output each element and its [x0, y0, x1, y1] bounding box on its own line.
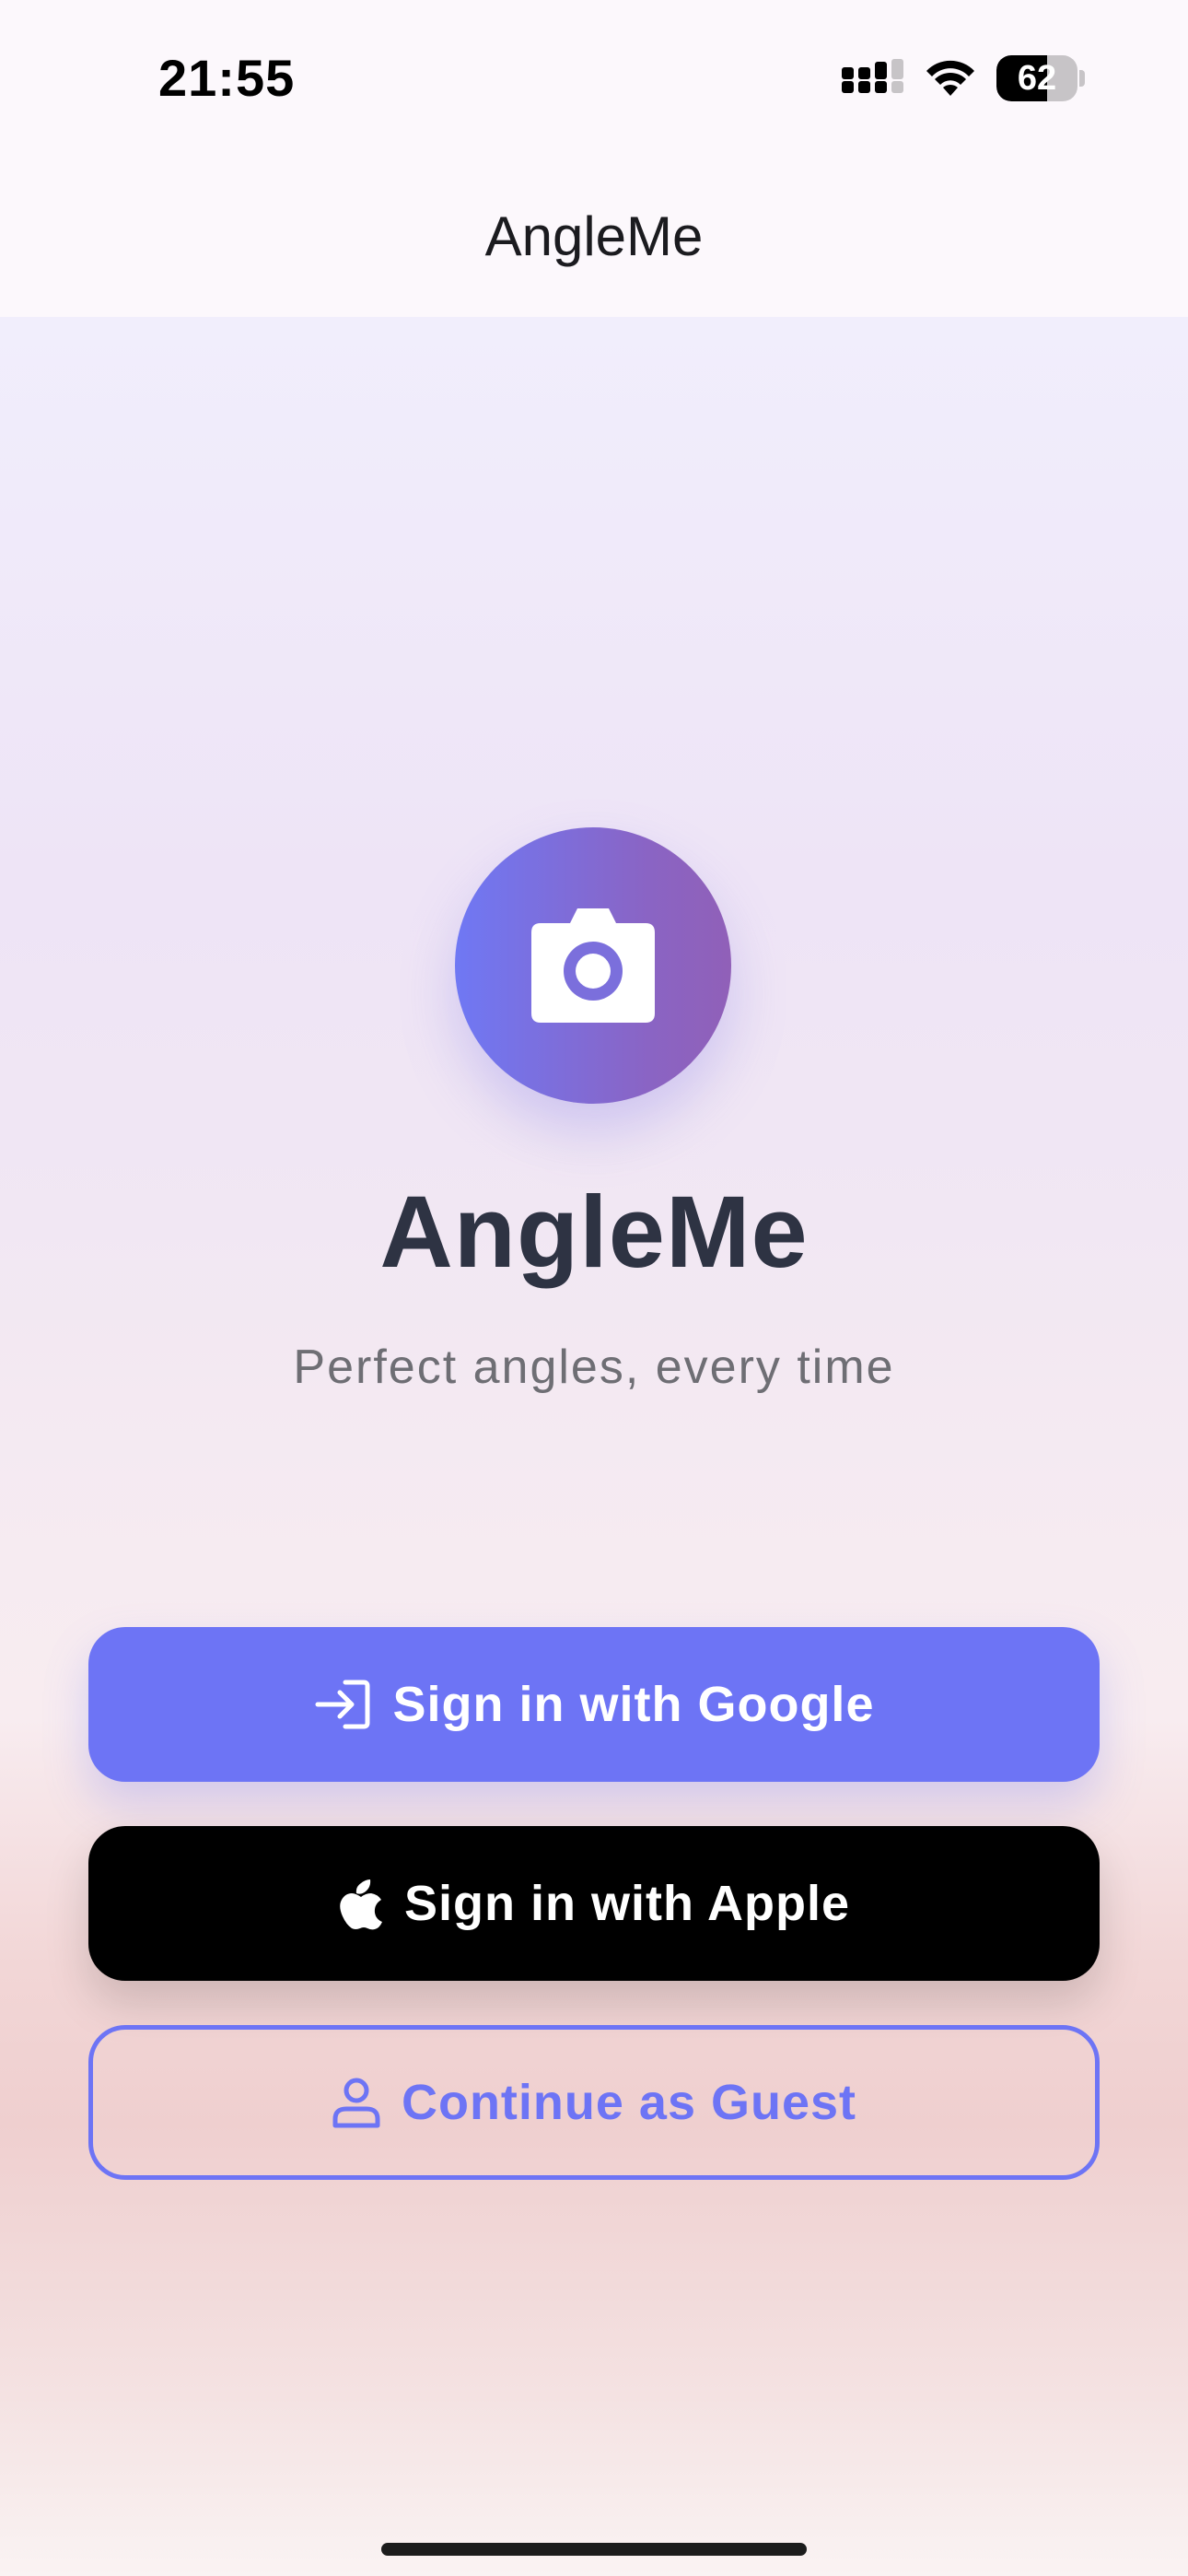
app-logo — [455, 827, 731, 1104]
wifi-icon — [926, 60, 974, 96]
sign-in-apple-button[interactable]: Sign in with Apple — [88, 1826, 1100, 1981]
battery-icon: 62 — [996, 55, 1085, 103]
person-icon — [332, 2078, 380, 2128]
sign-in-google-button[interactable]: Sign in with Google — [88, 1627, 1100, 1782]
app-title: AngleMe — [379, 1176, 809, 1289]
sign-in-icon — [315, 1680, 370, 1729]
status-bar: 21:55 62 — [0, 0, 1188, 158]
apple-button-label: Sign in with Apple — [404, 1876, 850, 1931]
battery-level: 62 — [1017, 59, 1057, 98]
continue-as-guest-button[interactable]: Continue as Guest — [88, 2025, 1100, 2180]
navigation-bar: AngleMe — [0, 158, 1188, 317]
google-button-label: Sign in with Google — [392, 1677, 875, 1732]
welcome-content: AngleMe Perfect angles, every time Sign … — [0, 317, 1188, 2576]
nav-title: AngleMe — [484, 205, 704, 267]
signal-icon — [842, 59, 903, 93]
app-tagline: Perfect angles, every time — [293, 1341, 895, 1394]
status-time: 21:55 — [158, 49, 296, 107]
apple-icon — [340, 1879, 383, 1930]
home-indicator[interactable] — [381, 2543, 807, 2556]
login-screen: 21:55 62 AngleMe AngleMe Perfect angles,… — [0, 0, 1188, 2576]
guest-button-label: Continue as Guest — [401, 2075, 857, 2130]
camera-icon — [531, 908, 655, 1023]
